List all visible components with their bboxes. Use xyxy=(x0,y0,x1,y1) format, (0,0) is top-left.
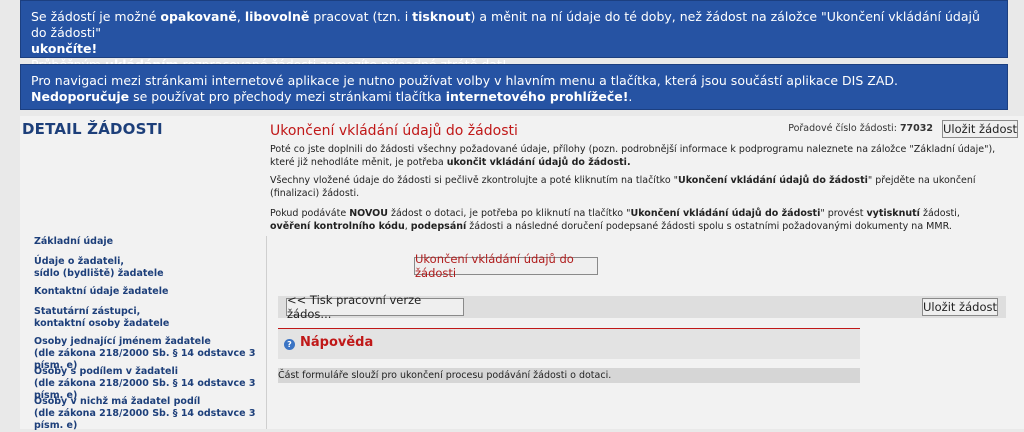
sidebar-item-udaje-o-zadateli[interactable]: Údaje o žadateli, sídlo (bydliště) žadate… xyxy=(34,256,267,286)
instruction-paragraph-1: Poté co jste doplnili do žádosti všechny… xyxy=(270,144,1000,169)
banner-bold: Nedoporučuje xyxy=(31,89,130,104)
sidebar-item-zakladni-udaje[interactable]: Základní údaje xyxy=(34,236,267,256)
paragraph-text: žádost o dotaci, je potřeba po kliknutí … xyxy=(387,208,631,219)
save-button-bottom[interactable]: Uložit žádost xyxy=(922,298,998,316)
paragraph-bold: Ukončení vkládání údajů do žádosti xyxy=(630,208,821,219)
sidebar-item-label: Osoby jednající jménem žadatele xyxy=(34,336,211,347)
application-number: Pořadové číslo žádosti: 77032 xyxy=(788,123,933,134)
sidebar-divider xyxy=(266,236,267,429)
content-area: DETAIL ŽÁDOSTI Základní údaje Údaje o ža… xyxy=(20,116,1024,431)
paragraph-text: Poté co jste doplnili do žádosti všechny… xyxy=(270,144,996,168)
sidebar-item-osoby-jednajici[interactable]: Osoby jednající jménem žadatele (dle záko… xyxy=(34,336,267,371)
banner-text: se používat pro přechody mezi stránkami … xyxy=(129,89,446,104)
sidebar-item-statutarni-zastupci[interactable]: Statutární zástupci, kontaktní osoby žada… xyxy=(34,306,267,336)
instruction-paragraph-2: Všechny vložené údaje do žádosti si pečl… xyxy=(270,175,1000,200)
sidebar-item-osoby-s-podilem[interactable]: Osoby s podílem v žadateli (dle zákona 21… xyxy=(34,366,267,401)
sidebar-item-label: Osoby s podílem v žadateli xyxy=(34,366,178,377)
paragraph-bold: Ukončení vkládání údajů do žádosti xyxy=(678,175,868,186)
print-draft-button[interactable]: << Tisk pracovní verze žádos... xyxy=(286,293,464,321)
banner-bold: internetového prohlížeče! xyxy=(445,89,629,104)
application-number-label: Pořadové číslo žádosti: xyxy=(788,123,897,134)
finish-entry-button[interactable]: Ukončení vkládání údajů do žádosti xyxy=(414,252,598,280)
paragraph-text: " provést xyxy=(820,208,867,219)
page-title: DETAIL ŽÁDOSTI xyxy=(22,120,163,138)
paragraph-bold: ověření kontrolního kódu xyxy=(270,220,405,232)
banner-text: , xyxy=(236,9,245,24)
banner-bold: ukončíte! xyxy=(31,41,98,56)
sidebar-item-osoby-v-nichz[interactable]: Osoby v nichž má žadatel podíl (dle zákon… xyxy=(34,396,267,431)
instruction-paragraph-3: Pokud podáváte NOVOU žádost o dotaci, je… xyxy=(270,208,1000,233)
sidebar-item-label: Kontaktní údaje žadatele xyxy=(34,286,169,297)
banner-bold: tisknout xyxy=(412,9,471,24)
paragraph-text: Pokud podáváte xyxy=(270,208,350,219)
info-banner-editing: Se žádostí je možné opakovaně, libovolně… xyxy=(20,0,1008,72)
paragraph-bold: ukončit vkládání údajů do žádosti. xyxy=(446,156,631,168)
help-title: Nápověda xyxy=(300,335,374,350)
save-button-top[interactable]: Uložit žádost xyxy=(942,120,1018,138)
paragraph-text: žádosti, xyxy=(919,208,960,219)
banner-bold: libovolně xyxy=(244,9,310,24)
help-panel: ? Nápověda xyxy=(278,328,860,359)
sidebar-item-label: Statutární zástupci, xyxy=(34,306,141,317)
paragraph-bold: vytisknutí xyxy=(866,208,920,219)
application-number-value: 77032 xyxy=(899,123,933,134)
sidebar-item-label: Údaje o žadateli, xyxy=(34,256,125,267)
sidebar-item-label: sídlo (bydliště) žadatele xyxy=(34,268,164,279)
sidebar-nav: Základní údaje Údaje o žadateli, sídlo (b… xyxy=(34,236,267,431)
info-banner-navigation: Pro navigaci mezi stránkami internetové … xyxy=(20,64,1008,110)
sidebar-item-label: Osoby v nichž má žadatel podíl xyxy=(34,396,201,407)
help-text: Část formuláře slouží pro ukončení proce… xyxy=(278,368,860,383)
sidebar-item-label: (dle zákona 218/2000 Sb. § 14 odstavce 3… xyxy=(34,408,256,431)
banner-bold: opakovaně xyxy=(160,9,237,24)
sidebar-item-label: kontaktní osoby žadatele xyxy=(34,318,170,329)
paragraph-text: Všechny vložené údaje do žádosti si pečl… xyxy=(270,175,679,186)
sidebar-item-kontaktni-udaje[interactable]: Kontaktní údaje žadatele xyxy=(34,286,267,306)
paragraph-text: žádosti a následné doručení podepsané žá… xyxy=(466,220,952,232)
paragraph-bold: podepsání xyxy=(410,220,467,232)
sidebar-item-label: Základní údaje xyxy=(34,236,114,247)
banner-text: pracovat (tzn. i xyxy=(309,9,413,24)
paragraph-bold: NOVOU xyxy=(349,208,388,219)
banner-text: Se žádostí je možné xyxy=(31,9,161,24)
help-icon: ? xyxy=(284,339,295,350)
section-title: Ukončení vkládání údajů do žádosti xyxy=(270,123,518,139)
banner-text: . xyxy=(628,89,633,104)
banner-text: Pro navigaci mezi stránkami internetové … xyxy=(31,73,898,88)
